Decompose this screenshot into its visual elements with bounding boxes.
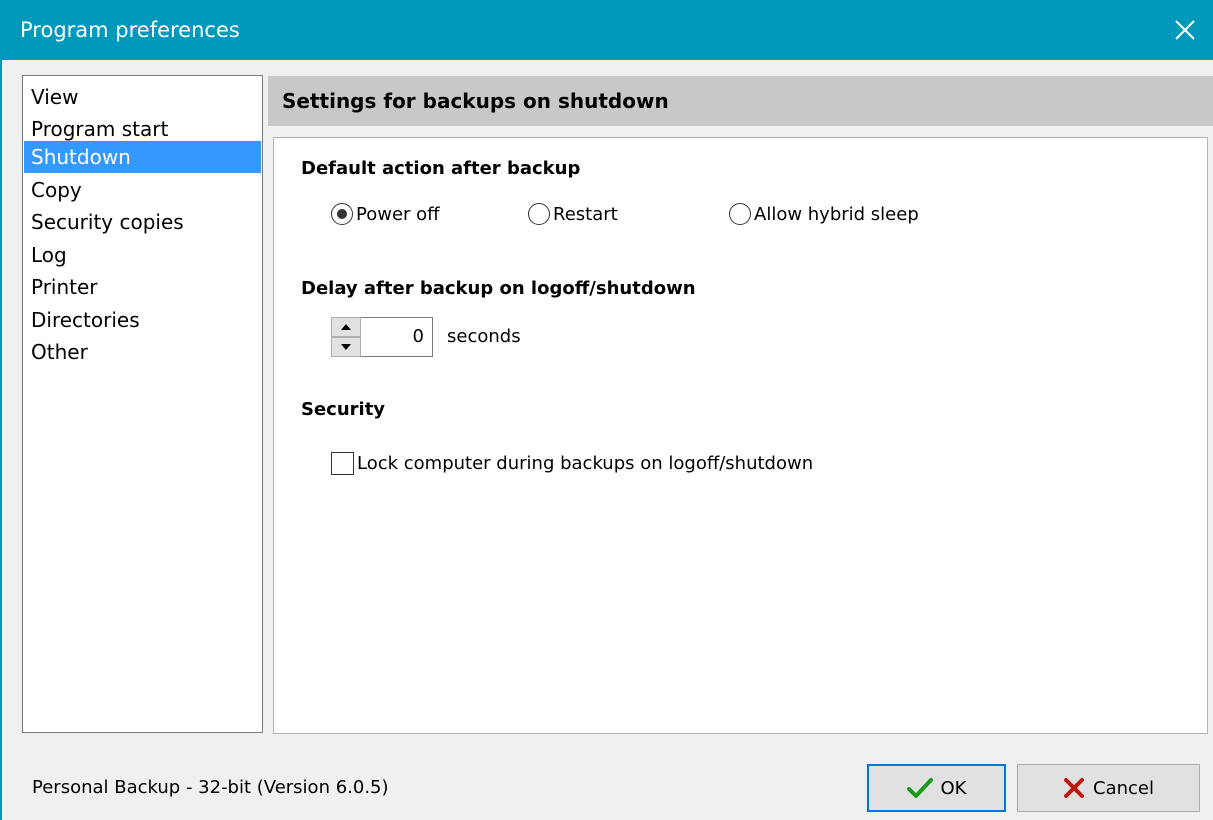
close-button[interactable] (1155, 0, 1213, 60)
spin-down-button[interactable] (331, 337, 361, 357)
checkbox-label: Lock computer during backups on logoff/s… (357, 452, 814, 474)
close-icon (1175, 20, 1195, 40)
nav-item-security-copies[interactable]: Security copies (24, 206, 261, 238)
ok-button[interactable]: OK (867, 764, 1006, 812)
version-status: Personal Backup - 32-bit (Version 6.0.5) (32, 777, 389, 798)
settings-panel: Default action after backup Power off Re… (273, 137, 1208, 734)
settings-header-title: Settings for backups on shutdown (282, 89, 669, 113)
nav-item-shutdown[interactable]: Shutdown (24, 141, 261, 173)
nav-item-other[interactable]: Other (24, 336, 261, 368)
lock-computer-checkbox[interactable]: Lock computer during backups on logoff/s… (331, 450, 813, 476)
delay-unit-label: seconds (447, 326, 521, 347)
triangle-up-icon (341, 324, 351, 330)
nav-item-copy[interactable]: Copy (24, 174, 261, 206)
ok-button-label: OK (940, 777, 967, 799)
nav-item-view[interactable]: View (24, 81, 261, 113)
security-title: Security (301, 399, 386, 420)
nav-item-log[interactable]: Log (24, 239, 261, 271)
radio-label: Allow hybrid sleep (754, 203, 919, 225)
radio-power-off[interactable]: Power off (331, 199, 440, 229)
settings-header: Settings for backups on shutdown (268, 76, 1213, 126)
window-title: Program preferences (20, 18, 240, 42)
cross-icon (1064, 778, 1084, 798)
radio-button[interactable] (528, 203, 550, 225)
title-bar[interactable]: Program preferences (2, 0, 1213, 60)
radio-allow-hybrid-sleep[interactable]: Allow hybrid sleep (729, 199, 919, 229)
cancel-button-label: Cancel (1093, 777, 1154, 799)
nav-item-directories[interactable]: Directories (24, 304, 261, 336)
cancel-button[interactable]: Cancel (1017, 764, 1200, 812)
spin-up-button[interactable] (331, 317, 361, 337)
delay-title: Delay after backup on logoff/shutdown (301, 278, 696, 299)
checkbox-box[interactable] (331, 451, 354, 475)
nav-item-printer[interactable]: Printer (24, 271, 261, 303)
radio-label: Restart (553, 203, 618, 225)
radio-restart[interactable]: Restart (528, 199, 618, 229)
default-action-title: Default action after backup (301, 158, 581, 179)
radio-label: Power off (356, 203, 440, 225)
preferences-window: Program preferences View Program start S… (0, 0, 1213, 820)
checkmark-icon (906, 778, 933, 798)
delay-spinner[interactable]: 0 seconds (331, 317, 521, 357)
radio-button[interactable] (331, 203, 353, 225)
radio-button[interactable] (729, 203, 751, 225)
delay-seconds-input[interactable]: 0 (361, 317, 433, 357)
category-list[interactable]: View Program start Shutdown Copy Securit… (22, 75, 263, 733)
triangle-down-icon (341, 344, 351, 350)
spin-buttons (331, 317, 361, 357)
radio-selected-dot (337, 209, 347, 219)
